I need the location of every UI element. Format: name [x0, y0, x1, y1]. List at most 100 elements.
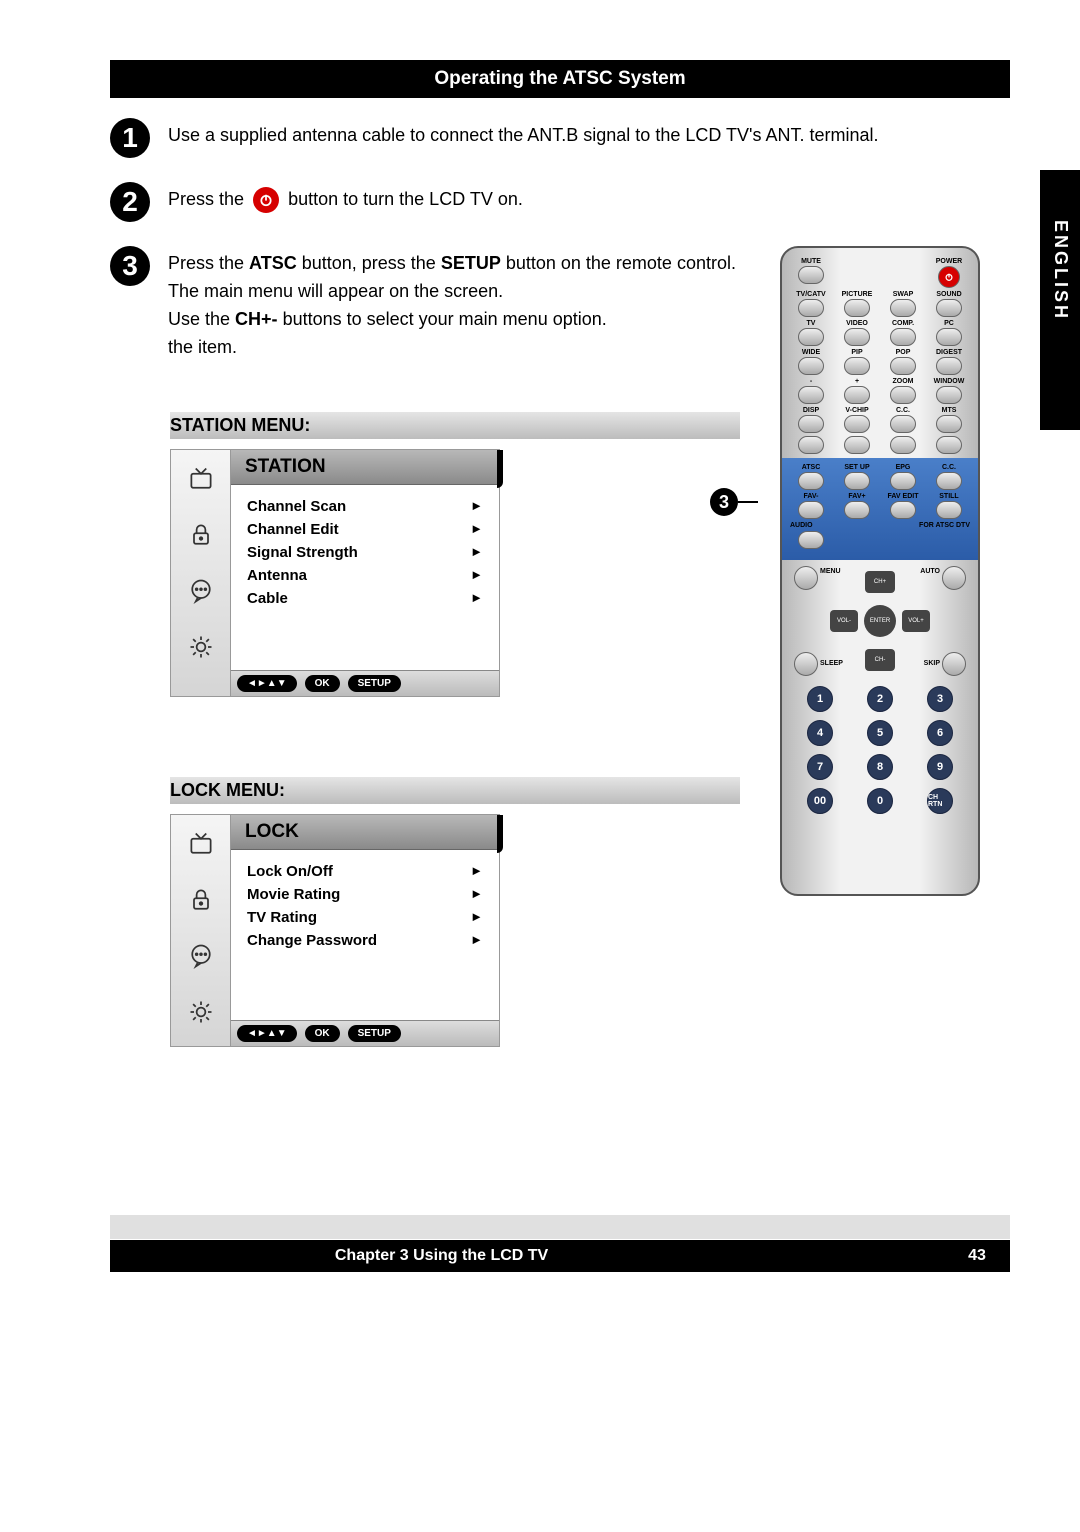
footer-bar: Chapter 3 Using the LCD TV 43	[110, 1240, 1010, 1272]
chrtn-button[interactable]: CH RTN	[927, 788, 953, 814]
step-1-number: 1	[110, 118, 150, 158]
auto-button[interactable]	[942, 566, 966, 590]
remote-button[interactable]	[890, 386, 916, 404]
num-button[interactable]: 3	[927, 686, 953, 712]
language-tab-text: ENGLISH	[1050, 220, 1071, 321]
remote-button[interactable]	[936, 386, 962, 404]
num-button[interactable]: 6	[927, 720, 953, 746]
remote-button[interactable]	[844, 415, 870, 433]
remote-button[interactable]	[798, 386, 824, 404]
l: MTS	[942, 407, 957, 414]
remote-button[interactable]	[798, 436, 824, 454]
menu-item: Movie Rating►	[247, 883, 483, 906]
remote-button[interactable]	[936, 299, 962, 317]
ch-plus-button[interactable]: CH+	[865, 571, 895, 593]
num-button[interactable]: 2	[867, 686, 893, 712]
speech-icon	[184, 939, 218, 973]
menu-item: Cable►	[247, 587, 483, 610]
remote-button[interactable]	[890, 328, 916, 346]
step-3-text: Press the ATSC button, press the SETUP b…	[168, 246, 740, 362]
remote-button[interactable]	[936, 328, 962, 346]
l: FAV EDIT	[888, 493, 919, 500]
chevron-right-icon: ►	[470, 909, 483, 926]
remote-button[interactable]	[890, 415, 916, 433]
remote-button[interactable]	[936, 415, 962, 433]
chevron-right-icon: ►	[470, 590, 483, 607]
chevron-right-icon: ►	[470, 886, 483, 903]
t: Use the	[168, 309, 235, 329]
l: EPG	[896, 464, 911, 471]
atsc-band: ATSC SET UP EPG C.C. FAV- FAV+ FAV EDIT …	[782, 458, 978, 560]
t: ATSC	[249, 253, 297, 273]
t: Change Password	[247, 932, 377, 949]
remote-button[interactable]	[798, 501, 824, 519]
remote-button[interactable]	[890, 472, 916, 490]
num-button[interactable]: 0	[867, 788, 893, 814]
l: SET UP	[844, 464, 869, 471]
vol-plus-button[interactable]: VOL+	[902, 610, 930, 632]
chevron-right-icon: ►	[470, 863, 483, 880]
remote-button[interactable]	[844, 299, 870, 317]
callout-line	[738, 501, 758, 503]
step-3-number: 3	[110, 246, 150, 286]
chevron-right-icon: ►	[470, 498, 483, 515]
tv-icon	[184, 827, 218, 861]
footer-gray-bar	[110, 1215, 1010, 1239]
station-menu-title: STATION	[231, 450, 499, 485]
num-button[interactable]: 9	[927, 754, 953, 780]
remote-button[interactable]	[798, 415, 824, 433]
remote-button[interactable]	[890, 357, 916, 375]
atsc-button[interactable]	[798, 472, 824, 490]
num-button[interactable]: 5	[867, 720, 893, 746]
remote-button[interactable]	[844, 386, 870, 404]
t: TV Rating	[247, 909, 317, 926]
l: PIP	[851, 349, 862, 356]
remote-button[interactable]	[890, 436, 916, 454]
menu-sidebar-icons	[171, 450, 231, 696]
remote-button[interactable]	[844, 357, 870, 375]
t: CH+-	[235, 309, 278, 329]
menu-footer: ◄►▲▼ OK SETUP	[231, 670, 499, 696]
remote-button[interactable]	[844, 501, 870, 519]
ch-minus-button[interactable]: CH-	[865, 649, 895, 671]
nav-pill: ◄►▲▼	[237, 1025, 297, 1042]
step-2-text-a: Press the	[168, 189, 244, 209]
remote-button[interactable]	[798, 357, 824, 375]
station-menu: STATION Channel Scan► Channel Edit► Sign…	[170, 449, 500, 697]
enter-button[interactable]: ENTER	[864, 605, 896, 637]
chevron-right-icon: ►	[470, 544, 483, 561]
mute-button[interactable]	[798, 266, 824, 284]
skip-button[interactable]	[942, 652, 966, 676]
l: FAV+	[848, 493, 865, 500]
num-button[interactable]: 4	[807, 720, 833, 746]
station-menu-label: STATION MENU:	[170, 412, 740, 439]
menu-button[interactable]	[794, 566, 818, 590]
remote-button[interactable]	[844, 436, 870, 454]
l: SOUND	[936, 291, 961, 298]
power-button[interactable]	[938, 266, 960, 288]
num-button[interactable]: 8	[867, 754, 893, 780]
remote-button[interactable]	[844, 328, 870, 346]
remote-button[interactable]	[798, 531, 824, 549]
remote-button[interactable]	[936, 501, 962, 519]
vol-minus-button[interactable]: VOL-	[830, 610, 858, 632]
dpad: CH+ CH- VOL- VOL+ ENTER	[830, 571, 930, 671]
remote-button[interactable]	[936, 436, 962, 454]
sleep-button[interactable]	[794, 652, 818, 676]
gear-icon	[184, 630, 218, 664]
page-number-badge: 43	[962, 1241, 992, 1271]
remote-button[interactable]	[890, 501, 916, 519]
num-button[interactable]: 7	[807, 754, 833, 780]
remote-button[interactable]	[798, 299, 824, 317]
lock-icon	[184, 518, 218, 552]
remote-button[interactable]	[936, 472, 962, 490]
remote-button[interactable]	[936, 357, 962, 375]
num-button[interactable]: 00	[807, 788, 833, 814]
setup-button[interactable]	[844, 472, 870, 490]
num-button[interactable]: 1	[807, 686, 833, 712]
l: ATSC	[802, 464, 821, 471]
l: DISP	[803, 407, 819, 414]
l: C.C.	[942, 464, 956, 471]
remote-button[interactable]	[890, 299, 916, 317]
remote-button[interactable]	[798, 328, 824, 346]
